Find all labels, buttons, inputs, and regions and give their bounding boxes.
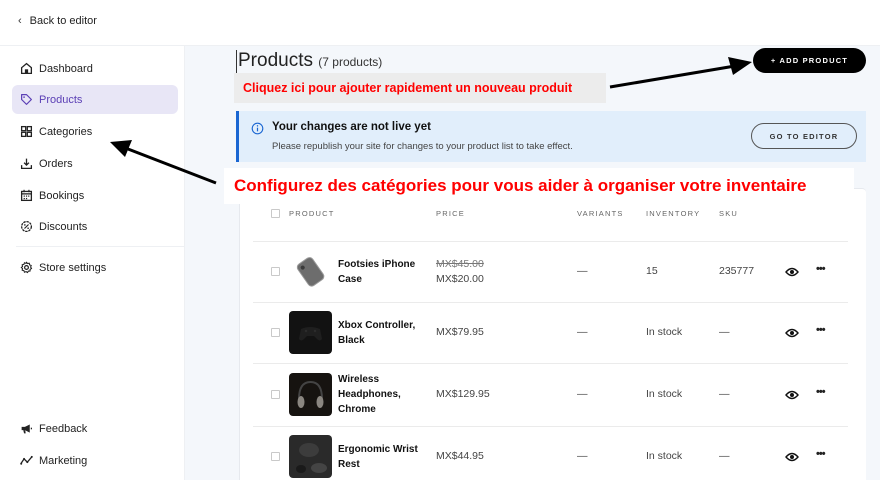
variants-value: — (577, 265, 588, 277)
sku-value: 235777 (719, 265, 755, 277)
column-header-inventory[interactable]: INVENTORY (646, 209, 700, 218)
eye-icon[interactable] (785, 390, 799, 400)
sidebar-item-orders[interactable]: Orders (12, 149, 178, 178)
product-price: MX$44.95 (436, 449, 484, 464)
product-thumbnail-wrist-rest (289, 435, 332, 478)
product-thumbnail-phone-case (289, 250, 332, 293)
product-name[interactable]: Xbox Controller, Black (338, 318, 428, 348)
sku-value: — (719, 450, 730, 462)
variants-value: — (577, 326, 588, 338)
sidebar-item-feedback[interactable]: Feedback (12, 414, 178, 443)
inventory-value: In stock (646, 388, 683, 400)
inventory-value: In stock (646, 326, 683, 338)
discount-badge-icon (19, 220, 33, 234)
sidebar-item-label: Bookings (39, 189, 85, 202)
column-header-price[interactable]: PRICE (436, 209, 465, 218)
eye-icon[interactable] (785, 452, 799, 462)
variants-value: — (577, 388, 588, 400)
sku-value: — (719, 388, 730, 400)
price-value: MX$79.95 (436, 326, 484, 338)
row-checkbox[interactable] (271, 267, 280, 276)
product-name[interactable]: Wireless Headphones, Chrome (338, 372, 428, 417)
sidebar-item-label: Feedback (39, 422, 88, 435)
eye-icon[interactable] (785, 267, 799, 277)
original-price: MX$45.00 (436, 258, 484, 270)
add-product-button[interactable]: + ADD PRODUCT (753, 48, 866, 73)
sidebar-item-products[interactable]: Products (12, 85, 178, 114)
sidebar-item-label: Store settings (39, 261, 107, 274)
annotation-add-product: Cliquez ici pour ajouter rapidement un n… (234, 73, 606, 103)
sidebar-divider (16, 246, 185, 247)
sidebar-item-label: Discounts (39, 220, 88, 233)
grid-icon (19, 125, 33, 139)
more-actions-icon[interactable]: ••• (816, 448, 826, 460)
sku-value: — (719, 326, 730, 338)
download-tray-icon (19, 157, 33, 171)
price-value: MX$129.95 (436, 388, 490, 400)
sidebar-item-label: Marketing (39, 454, 88, 467)
sale-price: MX$20.00 (436, 273, 484, 285)
sidebar-item-store-settings[interactable]: Store settings (12, 253, 178, 282)
sidebar: Dashboard Products Categories Orders Boo… (0, 46, 185, 480)
product-name[interactable]: Ergonomic Wrist Rest (338, 442, 428, 472)
column-header-sku[interactable]: SKU (719, 209, 738, 218)
product-count: (7 products) (318, 55, 383, 69)
chevron-left-icon: ‹ (18, 15, 22, 27)
notice-title: Your changes are not live yet (272, 121, 431, 133)
product-thumbnail-headphones (289, 373, 332, 416)
tag-icon (19, 93, 33, 107)
sidebar-item-bookings[interactable]: Bookings (12, 181, 178, 210)
more-actions-icon[interactable]: ••• (816, 386, 826, 398)
product-price: MX$45.00 MX$20.00 (436, 257, 484, 287)
sidebar-item-label: Orders (39, 157, 73, 170)
sidebar-item-discounts[interactable]: Discounts (12, 212, 178, 241)
more-actions-icon[interactable]: ••• (816, 263, 826, 275)
annotation-categories: Configurez des catégories pour vous aide… (224, 168, 854, 204)
row-checkbox[interactable] (271, 452, 280, 461)
go-to-editor-button[interactable]: GO TO EDITOR (751, 123, 857, 149)
notice-body: Please republish your site for changes t… (272, 141, 573, 152)
sidebar-item-label: Categories (39, 125, 93, 138)
sidebar-item-marketing[interactable]: Marketing (12, 446, 178, 475)
price-value: MX$44.95 (436, 450, 484, 462)
select-all-checkbox[interactable] (271, 209, 280, 218)
sidebar-item-label: Dashboard (39, 62, 93, 75)
product-name[interactable]: Footsies iPhone Case (338, 257, 428, 287)
page-title: Products (7 products) (236, 50, 382, 73)
calendar-icon (19, 189, 33, 203)
back-to-editor-label: Back to editor (29, 15, 97, 27)
product-thumbnail-xbox-controller (289, 311, 332, 354)
row-divider (253, 241, 848, 242)
trend-icon (19, 454, 33, 468)
product-price: MX$79.95 (436, 325, 484, 340)
info-icon (251, 122, 264, 135)
products-table (239, 188, 866, 480)
home-icon (19, 62, 33, 76)
row-checkbox[interactable] (271, 390, 280, 399)
inventory-value: In stock (646, 450, 683, 462)
back-to-editor-link[interactable]: ‹ Back to editor (18, 15, 97, 27)
sidebar-item-dashboard[interactable]: Dashboard (12, 54, 178, 83)
gear-icon (19, 261, 33, 275)
eye-icon[interactable] (785, 328, 799, 338)
sidebar-item-label: Products (39, 93, 83, 106)
variants-value: — (577, 450, 588, 462)
column-header-product[interactable]: PRODUCT (289, 209, 334, 218)
row-divider (253, 426, 848, 427)
column-header-variants[interactable]: VARIANTS (577, 209, 624, 218)
inventory-value: 15 (646, 265, 658, 277)
row-checkbox[interactable] (271, 328, 280, 337)
more-actions-icon[interactable]: ••• (816, 324, 826, 336)
row-divider (253, 302, 848, 303)
sidebar-item-categories[interactable]: Categories (12, 117, 178, 146)
product-price: MX$129.95 (436, 387, 490, 402)
top-bar: ‹ Back to editor (0, 0, 880, 46)
page-title-text: Products (238, 50, 313, 71)
megaphone-icon (19, 422, 33, 436)
row-divider (253, 363, 848, 364)
